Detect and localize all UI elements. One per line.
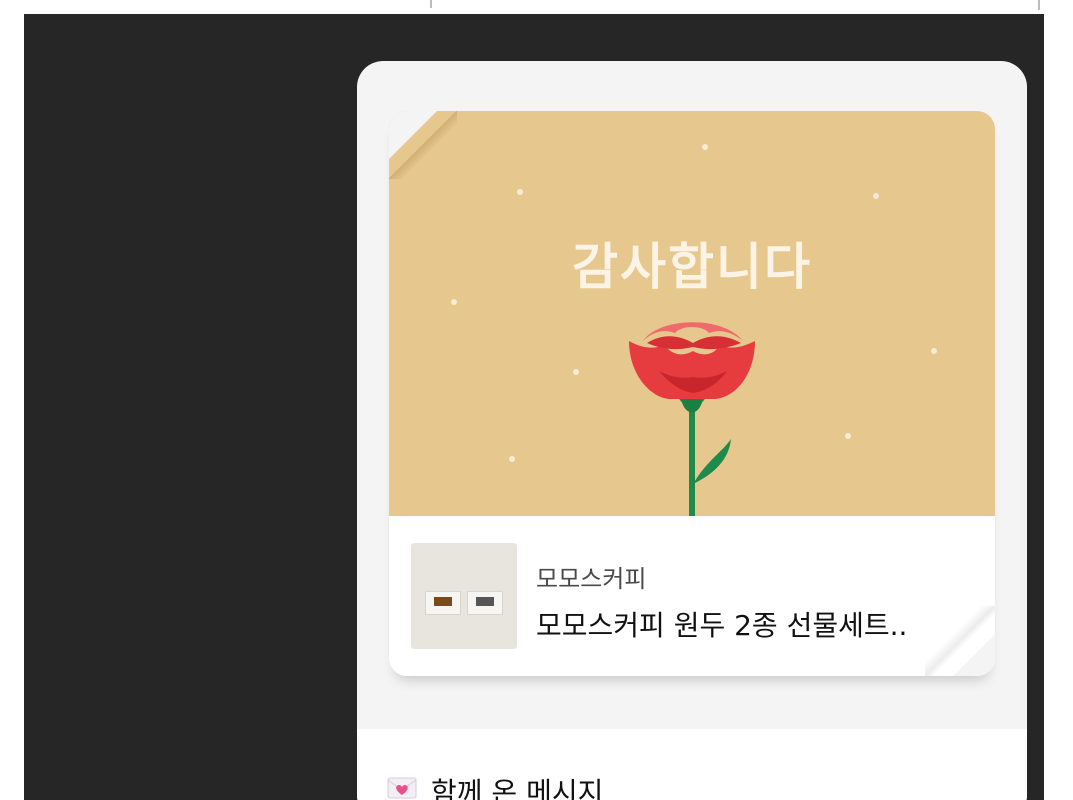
snow-dot: [451, 299, 457, 305]
snow-dot: [517, 189, 523, 195]
heart-envelope-icon: [387, 777, 417, 799]
message-section[interactable]: 함께 온 메시지: [357, 729, 1027, 800]
snow-dot: [509, 456, 515, 462]
gift-message-card: 감사합니다 모모스커피 모모스커피 원두 2종 선물세트.. 함께 온 메시지: [357, 61, 1027, 800]
snow-dot: [845, 433, 851, 439]
chat-screen: 감사합니다 모모스커피 모모스커피 원두 2종 선물세트.. 함께 온 메시지: [24, 14, 1044, 800]
corner-fold: [389, 111, 437, 159]
banner-title: 감사합니다: [572, 237, 812, 296]
carnation-icon: [629, 322, 755, 516]
coffee-box-right: [467, 591, 503, 615]
gift-card[interactable]: 감사합니다 모모스커피 모모스커피 원두 2종 선물세트..: [389, 111, 995, 676]
product-thumbnail: [411, 543, 517, 649]
gift-banner: 감사합니다: [389, 111, 995, 516]
snow-dot: [702, 144, 708, 150]
top-edge: [0, 0, 1073, 14]
coffee-box-left: [425, 591, 461, 615]
snow-dot: [931, 348, 937, 354]
snow-dot: [573, 369, 579, 375]
product-name: 모모스커피 원두 2종 선물세트..: [536, 609, 908, 642]
message-title: 함께 온 메시지: [431, 776, 604, 800]
corner-fold: [953, 634, 995, 676]
product-brand: 모모스커피: [536, 565, 647, 593]
snow-dot: [873, 193, 879, 199]
product-info[interactable]: 모모스커피 모모스커피 원두 2종 선물세트..: [389, 516, 995, 676]
